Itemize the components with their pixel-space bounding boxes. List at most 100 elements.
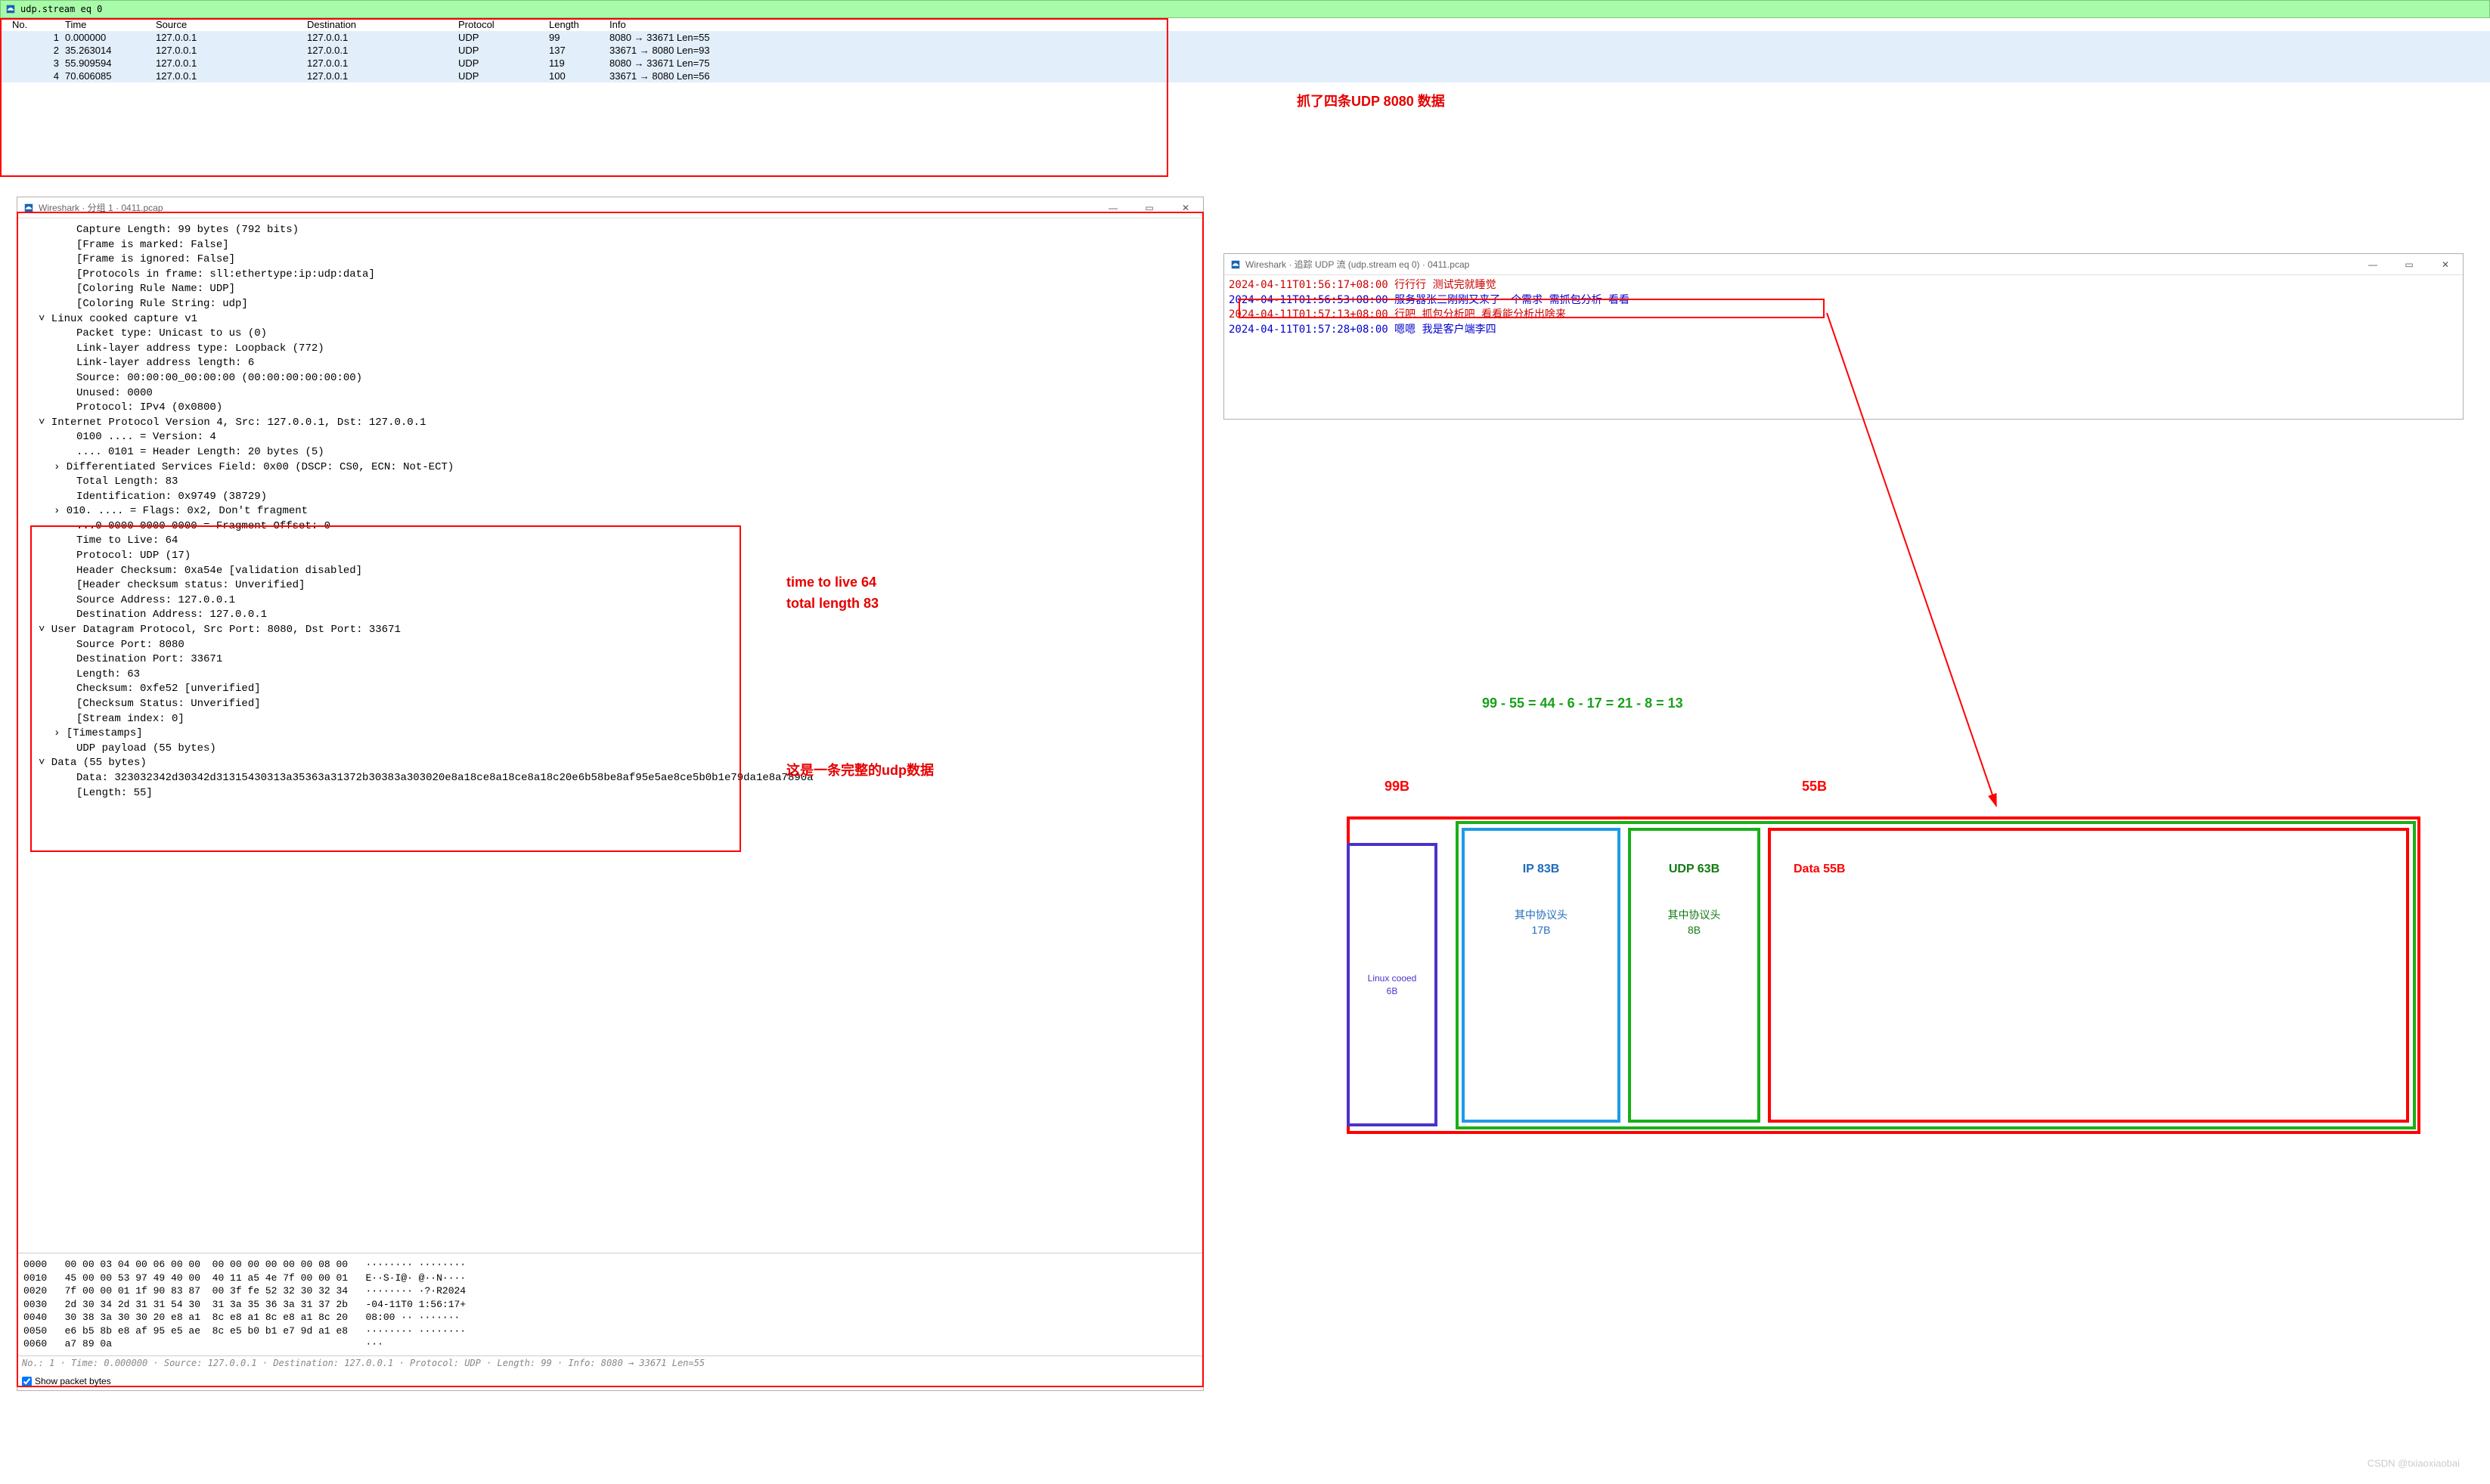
col-info[interactable]: Info (609, 19, 2478, 30)
close-button[interactable]: ✕ (2434, 259, 2457, 270)
packet-list-header: No. Time Source Destination Protocol Len… (0, 18, 2490, 31)
show-packet-bytes-checkbox[interactable] (22, 1377, 32, 1386)
diag-box-data: Data 55B (1768, 828, 2409, 1123)
col-source[interactable]: Source (156, 19, 307, 30)
window-title: Wireshark · 追踪 UDP 流 (udp.stream eq 0) ·… (1245, 258, 1469, 271)
hex-row[interactable]: 0010 45 00 00 53 97 49 40 00 40 11 a5 4e… (23, 1272, 1197, 1285)
status-bar: No.: 1 · Time: 0.000000 · Source: 127.0.… (17, 1355, 1203, 1372)
diag-box-ip: IP 83B 其中协议头 17B (1462, 828, 1620, 1123)
wireshark-icon (5, 4, 16, 14)
detail-line[interactable]: Total Length: 83 (23, 475, 1197, 490)
show-packet-bytes-row[interactable]: Show packet bytes (17, 1372, 1203, 1390)
detail-line[interactable]: ˅ Linux cooked capture v1 (23, 312, 1197, 327)
detail-line[interactable]: UDP payload (55 bytes) (23, 742, 1197, 757)
packet-details-window[interactable]: Wireshark · 分组 1 · 0411.pcap — ▭ ✕ Captu… (17, 197, 1204, 1391)
detail-line[interactable]: Packet type: Unicast to us (0) (23, 327, 1197, 342)
detail-line[interactable]: Identification: 0x9749 (38729) (23, 490, 1197, 505)
detail-line[interactable]: .... 0101 = Header Length: 20 bytes (5) (23, 445, 1197, 460)
col-length[interactable]: Length (549, 19, 609, 30)
detail-line[interactable]: ˅ Internet Protocol Version 4, Src: 127.… (23, 416, 1197, 431)
detail-line[interactable]: [Coloring Rule Name: UDP] (23, 282, 1197, 297)
detail-line[interactable]: Link-layer address length: 6 (23, 356, 1197, 371)
display-filter-bar[interactable] (0, 0, 2490, 18)
detail-line[interactable]: Source: 00:00:00_00:00:00 (00:00:00:00:0… (23, 371, 1197, 386)
detail-line[interactable]: › [Timestamps] (23, 727, 1197, 742)
watermark: CSDN @txiaoxiaobai (2368, 1458, 2460, 1469)
detail-line[interactable]: Protocol: UDP (17) (23, 549, 1197, 564)
detail-line[interactable]: 0100 .... = Version: 4 (23, 430, 1197, 445)
detail-line[interactable]: [Frame is marked: False] (23, 238, 1197, 253)
calc-expression: 99 - 55 = 44 - 6 - 17 = 21 - 8 = 13 (1482, 696, 1683, 711)
annotation-packets: 抓了四条UDP 8080 数据 (1297, 91, 1445, 110)
col-time[interactable]: Time (65, 19, 156, 30)
show-packet-bytes-label: Show packet bytes (35, 1376, 111, 1386)
detail-line[interactable]: › Differentiated Services Field: 0x00 (D… (23, 460, 1197, 476)
detail-line[interactable]: Protocol: IPv4 (0x0800) (23, 401, 1197, 416)
follow-stream-line[interactable]: 2024-04-11T01:57:28+08:00 嗯嗯 我是客户端李四 (1229, 323, 2458, 338)
window-controls: — ▭ ✕ (2361, 259, 2457, 270)
detail-line[interactable]: Source Port: 8080 (23, 638, 1197, 653)
packet-details-tree[interactable]: Capture Length: 99 bytes (792 bits)[Fram… (17, 218, 1203, 1253)
col-proto[interactable]: Protocol (458, 19, 549, 30)
detail-line[interactable]: [Coloring Rule String: udp] (23, 297, 1197, 312)
detail-line[interactable]: Checksum: 0xfe52 [unverified] (23, 682, 1197, 697)
col-no[interactable]: No. (12, 19, 65, 30)
hex-dump-pane[interactable]: 0000 00 00 03 04 00 06 00 00 00 00 00 00… (17, 1253, 1203, 1355)
close-button[interactable]: ✕ (1174, 203, 1197, 213)
window-titlebar[interactable]: Wireshark · 分组 1 · 0411.pcap — ▭ ✕ (17, 197, 1203, 218)
detail-line[interactable]: [Stream index: 0] (23, 712, 1197, 727)
detail-line[interactable]: Unused: 0000 (23, 386, 1197, 401)
packet-structure-diagram: 99B 55B Linux cooed 6B IP 83B 其中协议头 17B … (1347, 816, 2428, 1142)
window-controls: — ▭ ✕ (1102, 203, 1197, 213)
follow-stream-line[interactable]: 2024-04-11T01:57:13+08:00 行吧 抓包分析吧 看看能分析… (1229, 308, 2458, 323)
detail-line[interactable]: Capture Length: 99 bytes (792 bits) (23, 223, 1197, 238)
maximize-button[interactable]: ▭ (1138, 203, 1161, 213)
col-dest[interactable]: Destination (307, 19, 458, 30)
detail-line[interactable]: ...0 0000 0000 0000 = Fragment Offset: 0 (23, 519, 1197, 534)
packet-row[interactable]: 355.909594127.0.0.1127.0.0.1UDP1198080 →… (0, 57, 2490, 70)
wireshark-icon (23, 203, 34, 213)
hex-row[interactable]: 0040 30 38 3a 30 30 20 e8 a1 8c e8 a1 8c… (23, 1311, 1197, 1324)
detail-line[interactable]: › 010. .... = Flags: 0x2, Don't fragment (23, 504, 1197, 519)
detail-line[interactable]: Destination Port: 33671 (23, 652, 1197, 668)
hex-row[interactable]: 0060 a7 89 0a ··· (23, 1337, 1197, 1351)
detail-line[interactable]: ˅ User Datagram Protocol, Src Port: 8080… (23, 623, 1197, 638)
detail-line[interactable]: Source Address: 127.0.0.1 (23, 593, 1197, 609)
annotation-ttl: time to live 64 (786, 575, 876, 590)
detail-line[interactable]: Data: 323032342d30342d31315430313a35363a… (23, 771, 1197, 786)
detail-line[interactable]: Length: 63 (23, 668, 1197, 683)
follow-udp-stream-window[interactable]: Wireshark · 追踪 UDP 流 (udp.stream eq 0) ·… (1223, 253, 2464, 420)
follow-stream-content[interactable]: 2024-04-11T01:56:17+08:00 行行行 测试完就睡觉2024… (1224, 275, 2463, 340)
minimize-button[interactable]: — (2361, 259, 2384, 270)
hex-row[interactable]: 0020 7f 00 00 01 1f 90 83 87 00 3f fe 52… (23, 1284, 1197, 1298)
detail-line[interactable]: [Length: 55] (23, 786, 1197, 801)
detail-line[interactable]: [Header checksum status: Unverified] (23, 578, 1197, 593)
packet-row[interactable]: 235.263014127.0.0.1127.0.0.1UDP13733671 … (0, 44, 2490, 57)
annotation-len: total length 83 (786, 596, 879, 612)
diag-box-udp: UDP 63B 其中协议头 8B (1628, 828, 1760, 1123)
detail-line[interactable]: [Frame is ignored: False] (23, 252, 1197, 268)
hex-row[interactable]: 0000 00 00 03 04 00 06 00 00 00 00 00 00… (23, 1258, 1197, 1272)
packet-row[interactable]: 10.000000127.0.0.1127.0.0.1UDP998080 → 3… (0, 31, 2490, 44)
annotation-udp: 这是一条完整的udp数据 (786, 760, 934, 779)
minimize-button[interactable]: — (1102, 203, 1124, 213)
detail-line[interactable]: Time to Live: 64 (23, 534, 1197, 549)
detail-line[interactable]: Header Checksum: 0xa54e [validation disa… (23, 564, 1197, 579)
hex-row[interactable]: 0050 e6 b5 8b e8 af 95 e5 ae 8c e5 b0 b1… (23, 1324, 1197, 1338)
detail-line[interactable]: Destination Address: 127.0.0.1 (23, 608, 1197, 623)
detail-line[interactable]: ˅ Data (55 bytes) (23, 756, 1197, 771)
window-title: Wireshark · 分组 1 · 0411.pcap (39, 201, 163, 214)
hex-row[interactable]: 0030 2d 30 34 2d 31 31 54 30 31 3a 35 36… (23, 1298, 1197, 1312)
follow-stream-line[interactable]: 2024-04-11T01:56:17+08:00 行行行 测试完就睡觉 (1229, 278, 2458, 293)
packet-list[interactable]: No. Time Source Destination Protocol Len… (0, 18, 2490, 82)
detail-line[interactable]: [Protocols in frame: sll:ethertype:ip:ud… (23, 268, 1197, 283)
window-titlebar[interactable]: Wireshark · 追踪 UDP 流 (udp.stream eq 0) ·… (1224, 254, 2463, 275)
diag-box-linux: Linux cooed 6B (1347, 843, 1437, 1126)
detail-line[interactable]: [Checksum Status: Unverified] (23, 697, 1197, 712)
diag-label-99: 99B (1385, 779, 1409, 795)
follow-stream-line[interactable]: 2024-04-11T01:56:53+08:00 服务器张三刚刚又来了一个需求… (1229, 293, 2458, 308)
packet-row[interactable]: 470.606085127.0.0.1127.0.0.1UDP10033671 … (0, 70, 2490, 82)
detail-line[interactable]: Link-layer address type: Loopback (772) (23, 342, 1197, 357)
display-filter-input[interactable] (20, 4, 2485, 14)
maximize-button[interactable]: ▭ (2398, 259, 2420, 270)
